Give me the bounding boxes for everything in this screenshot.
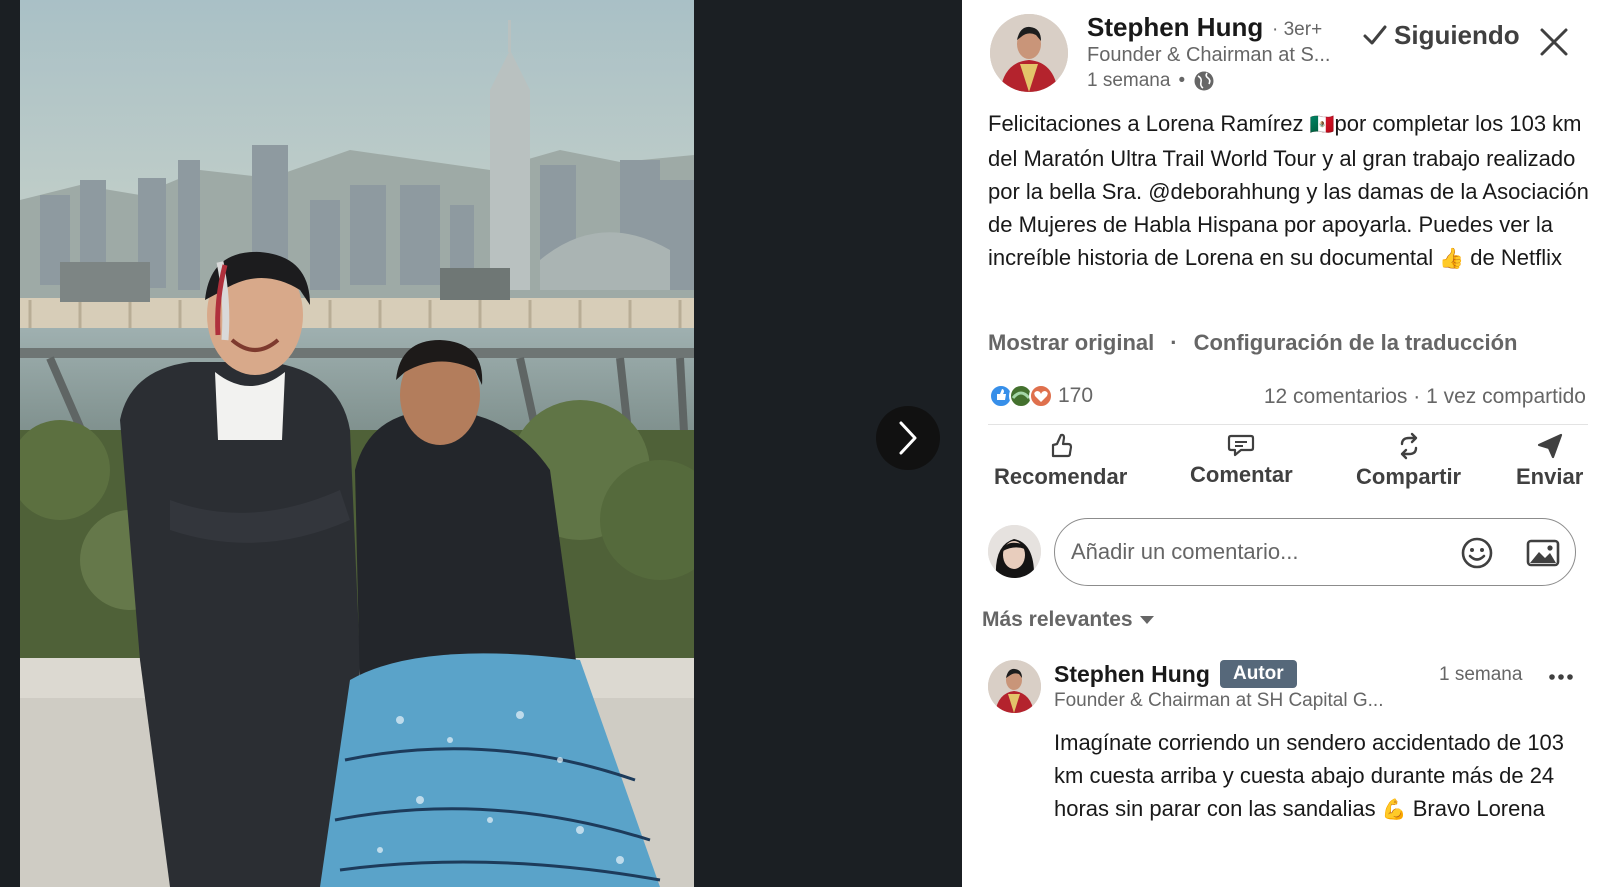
image-icon bbox=[1526, 539, 1560, 567]
like-button[interactable]: Recomendar bbox=[994, 432, 1127, 490]
share-label: Compartir bbox=[1356, 464, 1462, 489]
comment-box bbox=[1054, 518, 1576, 586]
photo-illustration bbox=[20, 0, 694, 887]
emoji-icon bbox=[1461, 537, 1493, 569]
post-time: 1 semana bbox=[1087, 70, 1171, 91]
comment-author-avatar[interactable] bbox=[988, 660, 1041, 713]
ellipsis-icon bbox=[1549, 674, 1573, 680]
comment-button[interactable]: Comentar bbox=[1190, 432, 1293, 488]
close-button[interactable] bbox=[1534, 22, 1574, 62]
following-label: Siguiendo bbox=[1394, 20, 1520, 50]
reaction-count: 170 bbox=[1058, 384, 1094, 407]
comment-label: Comentar bbox=[1190, 462, 1293, 487]
dot-separator: · bbox=[1170, 330, 1178, 355]
author-name[interactable]: Stephen Hung bbox=[1087, 12, 1263, 43]
time-separator: • bbox=[1178, 70, 1186, 91]
share-button[interactable]: Compartir bbox=[1356, 432, 1461, 490]
send-icon bbox=[1537, 433, 1562, 459]
reaction-icons bbox=[989, 384, 1053, 408]
post-text-part: Felicitaciones a Lorena Ramírez bbox=[988, 111, 1310, 136]
comment-avatar-image bbox=[988, 660, 1041, 713]
image-viewer bbox=[0, 0, 962, 887]
repost-icon bbox=[1400, 432, 1417, 460]
author-avatar-image bbox=[990, 14, 1068, 92]
translation-settings-link[interactable]: Configuración de la traducción bbox=[1194, 330, 1518, 356]
mexico-flag-emoji: 🇲🇽 bbox=[1309, 114, 1335, 136]
social-actions-bar: Recomendar Comentar Compartir Enviar bbox=[988, 432, 1600, 504]
caret-down-icon bbox=[1139, 616, 1154, 624]
post-body: Felicitaciones a Lorena Ramírez 🇲🇽por co… bbox=[988, 107, 1594, 276]
comment-input[interactable] bbox=[1071, 539, 1431, 565]
globe-icon bbox=[1194, 71, 1214, 91]
author-badge: Autor bbox=[1220, 660, 1297, 688]
reactions-summary[interactable]: 170 bbox=[988, 383, 1093, 409]
check-icon bbox=[1363, 25, 1387, 44]
sort-dropdown[interactable]: Más relevantes bbox=[982, 608, 1155, 632]
comment-author-headline: Founder & Chairman at SH Capital G... bbox=[1054, 690, 1384, 711]
thumbs-up-emoji: 👍 bbox=[1439, 248, 1465, 270]
viewer-avatar[interactable] bbox=[988, 525, 1041, 578]
translation-row: Mostrar original · Configuración de la t… bbox=[988, 330, 1518, 356]
post-detail-panel: Stephen Hung · 3er+ Founder & Chairman a… bbox=[962, 0, 1600, 887]
send-button[interactable]: Enviar bbox=[1516, 432, 1583, 490]
add-image-button[interactable] bbox=[1525, 537, 1561, 574]
comment-body: Imagínate corriendo un sendero accidenta… bbox=[1054, 726, 1584, 827]
sort-label: Más relevantes bbox=[982, 608, 1133, 631]
close-icon bbox=[1540, 28, 1568, 56]
flexed-biceps-emoji: 💪 bbox=[1381, 799, 1407, 821]
send-label: Enviar bbox=[1516, 464, 1584, 489]
post-photo[interactable] bbox=[20, 0, 694, 887]
chevron-right-icon bbox=[899, 421, 917, 455]
post-time-row: 1 semana • bbox=[1087, 70, 1215, 92]
author-headline: Founder & Chairman at S... bbox=[1087, 44, 1331, 66]
comments-shares-count[interactable]: 12 comentarios · 1 vez compartido bbox=[1264, 385, 1586, 409]
emoji-button[interactable] bbox=[1459, 535, 1495, 576]
following-button[interactable]: Siguiendo bbox=[1362, 20, 1520, 51]
like-label: Recomendar bbox=[994, 464, 1128, 489]
divider bbox=[988, 424, 1588, 425]
comment-text-part: Bravo Lorena bbox=[1406, 796, 1545, 821]
thumbs-up-icon bbox=[1051, 433, 1072, 458]
comment-time: 1 semana bbox=[1439, 664, 1523, 685]
connection-degree: · 3er+ bbox=[1272, 19, 1323, 40]
author-avatar[interactable] bbox=[990, 14, 1068, 92]
comment-author-name[interactable]: Stephen Hung bbox=[1054, 661, 1210, 688]
show-original-link[interactable]: Mostrar original bbox=[988, 330, 1154, 356]
viewer-avatar-image bbox=[988, 525, 1041, 578]
post-text-part: de Netflix bbox=[1464, 245, 1563, 270]
next-image-button[interactable] bbox=[876, 406, 940, 470]
comment-more-button[interactable] bbox=[1548, 668, 1574, 686]
comment-icon bbox=[1228, 434, 1255, 457]
